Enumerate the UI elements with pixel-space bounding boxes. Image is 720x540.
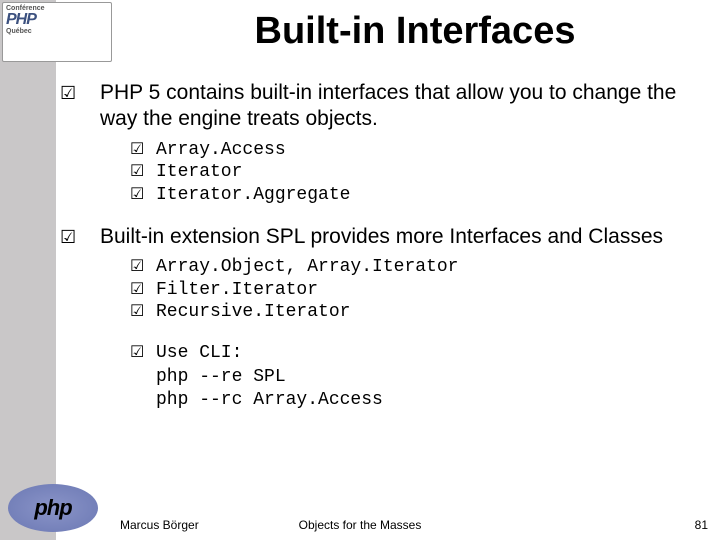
sub-item: ☑ Iterator.Aggregate [130,184,704,207]
cli-line: php --rc Array.Access [156,389,704,412]
checkbox-icon: ☑ [130,184,156,206]
checkbox-icon: ☑ [130,139,156,161]
checkbox-icon: ☑ [130,301,156,323]
sub-item: ☑ Iterator [130,161,704,184]
slide-title: Built-in Interfaces [120,10,710,53]
checkbox-icon: ☑ [130,342,156,364]
cli-lines: php --re SPL php --rc Array.Access [156,366,704,411]
code-text: Filter.Iterator [156,279,318,302]
checkbox-icon: ☑ [130,279,156,301]
code-text: Iterator [156,161,242,184]
sub-list: ☑ Array.Object, Array.Iterator ☑ Filter.… [130,256,704,324]
bullet-text: Built-in extension SPL provides more Int… [100,224,663,250]
conference-brand: PHP [6,11,36,28]
checkbox-icon: ☑ [130,256,156,278]
sidebar-stripe [0,0,56,540]
bullet-item: ☑ PHP 5 contains built-in interfaces tha… [70,80,704,133]
code-text: Recursive.Iterator [156,301,350,324]
cli-header: ☑ Use CLI: [130,342,704,365]
sub-list: ☑ Array.Access ☑ Iterator ☑ Iterator.Agg… [130,139,704,207]
slide-content: ☑ PHP 5 contains built-in interfaces tha… [70,80,704,500]
sub-item: ☑ Array.Access [130,139,704,162]
sub-item: ☑ Array.Object, Array.Iterator [130,256,704,279]
cli-line: php --re SPL [156,366,704,389]
bullet-item: ☑ Built-in extension SPL provides more I… [70,224,704,250]
code-text: Array.Object, Array.Iterator [156,256,458,279]
checkbox-icon: ☑ [60,224,90,250]
cli-label: Use CLI: [156,342,242,365]
bullet-text: PHP 5 contains built-in interfaces that … [100,80,704,133]
checkbox-icon: ☑ [130,161,156,183]
sub-item: ☑ Filter.Iterator [130,279,704,302]
conference-logo: Conférence PHP Québec [2,2,112,62]
code-text: Iterator.Aggregate [156,184,350,207]
footer-page-number: 81 [695,518,708,532]
sub-item: ☑ Recursive.Iterator [130,301,704,324]
cli-block: ☑ Use CLI: php --re SPL php --rc Array.A… [130,342,704,412]
footer-title: Objects for the Masses [0,518,720,532]
conference-location: Québec [6,28,108,35]
checkbox-icon: ☑ [60,80,90,106]
code-text: Array.Access [156,139,286,162]
